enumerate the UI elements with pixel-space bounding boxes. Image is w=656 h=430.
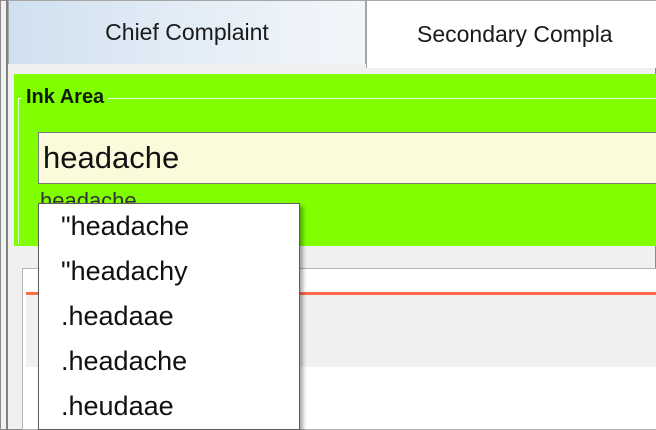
tab-chief-complaint[interactable]: Chief Complaint [8, 0, 366, 64]
suggestion-item[interactable]: "headache [39, 204, 299, 249]
ink-input-field[interactable]: headache [38, 132, 656, 184]
groupbox-border [18, 98, 19, 244]
recognized-text: headache [40, 188, 137, 204]
suggestion-dropdown[interactable]: "headache "headachy .headaae .headache .… [38, 203, 300, 430]
ink-area-title: Ink Area [22, 86, 109, 109]
suggestion-item[interactable]: "headachy [39, 249, 299, 294]
tab-strip: Chief Complaint Secondary Compla [8, 0, 656, 68]
suggestion-item[interactable]: .heudaae [39, 384, 299, 429]
suggestion-item[interactable]: .headaae [39, 294, 299, 339]
tab-secondary-complaint[interactable]: Secondary Compla [366, 0, 656, 68]
groupbox-border [18, 98, 656, 99]
suggestion-item[interactable]: .headache [39, 339, 299, 384]
